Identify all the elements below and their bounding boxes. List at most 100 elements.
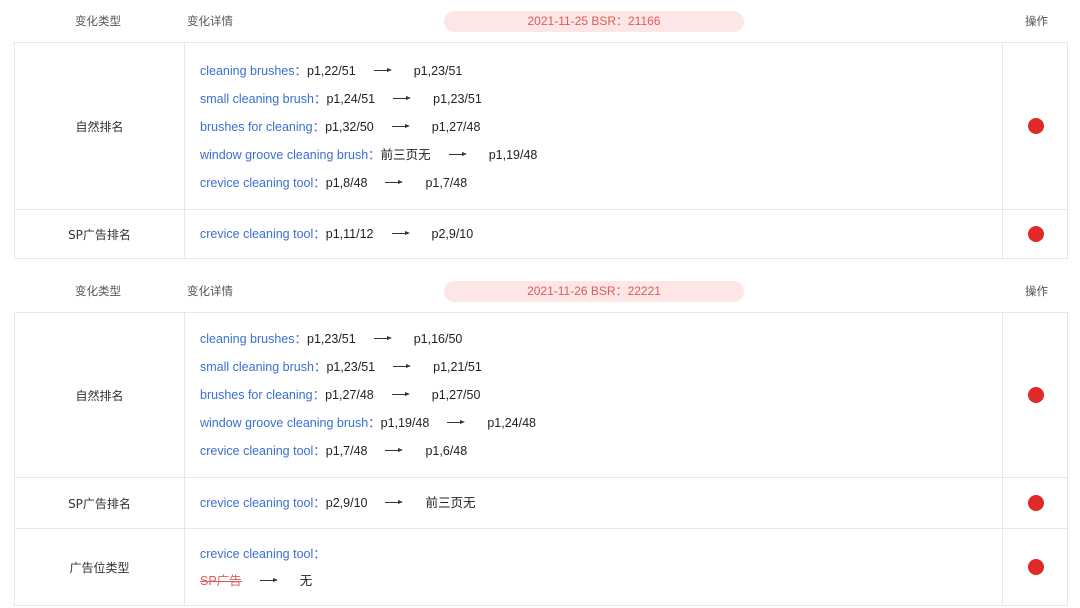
keyword-link[interactable]: small cleaning brush： bbox=[200, 360, 326, 374]
rank-to: p2,9/10 bbox=[431, 227, 474, 241]
change-detail-cell: crevice cleaning tool：p2,9/10 前三页无 bbox=[185, 478, 1003, 528]
right-arrow-icon bbox=[393, 95, 412, 103]
change-table: 自然排名 cleaning brushes：p1,22/51 p1,23/51 s… bbox=[14, 42, 1068, 259]
old-placement-value: SP广告 bbox=[200, 574, 242, 588]
operation-cell bbox=[1004, 529, 1067, 605]
right-arrow-icon bbox=[447, 419, 466, 427]
change-detail-cell: crevice cleaning tool： SP广告 无 bbox=[185, 529, 1003, 605]
right-arrow-icon bbox=[373, 335, 392, 343]
operation-cell bbox=[1004, 210, 1067, 258]
keyword-link[interactable]: cleaning brushes： bbox=[200, 332, 307, 346]
header-operation: 操作 bbox=[1025, 14, 1048, 28]
placement-keyword-line: crevice cleaning tool： bbox=[200, 546, 326, 562]
keyword-link[interactable]: crevice cleaning tool： bbox=[200, 547, 326, 561]
rank-to: p1,19/48 bbox=[488, 148, 538, 162]
change-type-cell: 自然排名 bbox=[15, 43, 185, 209]
red-dot-icon[interactable] bbox=[1027, 387, 1044, 403]
rank-from: p2,9/10 bbox=[325, 496, 368, 510]
placement-change-line: SP广告 无 bbox=[200, 573, 312, 589]
rank-from: p1,8/48 bbox=[325, 176, 368, 190]
rank-change-line: small cleaning brush：p1,23/51 p1,21/51 bbox=[200, 359, 482, 375]
keyword-link[interactable]: brushes for cleaning： bbox=[200, 388, 325, 402]
change-type-cell: SP广告排名 bbox=[15, 210, 185, 258]
rank-to: p1,21/51 bbox=[433, 360, 482, 374]
header-change-detail: 变化详情 bbox=[187, 14, 233, 28]
operation-cell bbox=[1004, 43, 1067, 209]
right-arrow-icon bbox=[448, 151, 467, 159]
rank-change-line: window groove cleaning brush：前三页无 p1,19/4… bbox=[200, 147, 537, 163]
red-dot-icon[interactable] bbox=[1027, 495, 1044, 511]
keyword-link[interactable]: window groove cleaning brush： bbox=[200, 416, 381, 430]
right-arrow-icon bbox=[373, 67, 392, 75]
right-arrow-icon bbox=[385, 499, 404, 507]
table-row: 广告位类型 crevice cleaning tool： SP广告 无 bbox=[15, 528, 1067, 605]
red-dot-icon[interactable] bbox=[1027, 559, 1044, 575]
right-arrow-icon bbox=[391, 391, 410, 399]
rank-from: p1,7/48 bbox=[325, 444, 368, 458]
right-arrow-icon bbox=[385, 179, 404, 187]
keyword-link[interactable]: crevice cleaning tool： bbox=[200, 227, 326, 241]
right-arrow-icon bbox=[259, 577, 278, 585]
rank-change-line: cleaning brushes：p1,23/51 p1,16/50 bbox=[200, 331, 462, 347]
change-detail-cell: cleaning brushes：p1,23/51 p1,16/50 small … bbox=[185, 313, 1003, 477]
table-row: 自然排名 cleaning brushes：p1,22/51 p1,23/51 s… bbox=[15, 43, 1067, 209]
rank-from: p1,24/51 bbox=[326, 92, 376, 106]
right-arrow-icon bbox=[391, 123, 410, 131]
rank-from: p1,32/50 bbox=[325, 120, 374, 134]
rank-to: p1,23/51 bbox=[433, 92, 482, 106]
rank-from: 前三页无 bbox=[380, 148, 431, 162]
rank-change-line: crevice cleaning tool：p1,8/48 p1,7/48 bbox=[200, 175, 467, 191]
new-placement-value: 无 bbox=[299, 574, 313, 588]
header-change-type: 变化类型 bbox=[75, 14, 121, 28]
change-type-cell: SP广告排名 bbox=[15, 478, 185, 528]
rank-change-line: crevice cleaning tool：p1,7/48 p1,6/48 bbox=[200, 443, 467, 459]
table-header: 变化类型 变化详情 2021-11-25 BSR：21166 操作 bbox=[0, 0, 1080, 42]
right-arrow-icon bbox=[393, 363, 412, 371]
change-detail-cell: crevice cleaning tool：p1,11/12 p2,9/10 bbox=[185, 210, 1003, 258]
rank-change-line: crevice cleaning tool：p2,9/10 前三页无 bbox=[200, 495, 476, 511]
date-bsr-badge: 2021-11-25 BSR：21166 bbox=[444, 11, 744, 32]
table-row: SP广告排名 crevice cleaning tool：p2,9/10 前三页无 bbox=[15, 477, 1067, 528]
date-bsr-badge: 2021-11-26 BSR：22221 bbox=[444, 281, 744, 302]
rank-to: p1,6/48 bbox=[425, 444, 468, 458]
header-change-type: 变化类型 bbox=[75, 284, 121, 298]
rank-change-line: small cleaning brush：p1,24/51 p1,23/51 bbox=[200, 91, 482, 107]
keyword-link[interactable]: small cleaning brush： bbox=[200, 92, 326, 106]
rank-change-line: crevice cleaning tool：p1,11/12 p2,9/10 bbox=[200, 226, 473, 242]
change-detail-cell: cleaning brushes：p1,22/51 p1,23/51 small … bbox=[185, 43, 1003, 209]
rank-from: p1,19/48 bbox=[380, 416, 430, 430]
operation-cell bbox=[1004, 313, 1067, 477]
header-change-detail: 变化详情 bbox=[187, 284, 233, 298]
red-dot-icon[interactable] bbox=[1027, 226, 1044, 242]
rank-change-line: cleaning brushes：p1,22/51 p1,23/51 bbox=[200, 63, 462, 79]
rank-to: 前三页无 bbox=[425, 496, 476, 510]
rank-to: p1,23/51 bbox=[413, 64, 463, 78]
red-dot-icon[interactable] bbox=[1027, 118, 1044, 134]
rank-to: p1,27/50 bbox=[431, 388, 481, 402]
rank-to: p1,16/50 bbox=[413, 332, 463, 346]
rank-to: p1,27/48 bbox=[431, 120, 481, 134]
table-header: 变化类型 变化详情 2021-11-26 BSR：22221 操作 bbox=[0, 270, 1080, 312]
change-table: 自然排名 cleaning brushes：p1,23/51 p1,16/50 s… bbox=[14, 312, 1068, 606]
right-arrow-icon bbox=[391, 230, 410, 238]
keyword-link[interactable]: crevice cleaning tool： bbox=[200, 496, 326, 510]
keyword-link[interactable]: crevice cleaning tool： bbox=[200, 444, 326, 458]
rank-from: p1,23/51 bbox=[307, 332, 356, 346]
rank-change-line: brushes for cleaning：p1,32/50 p1,27/48 bbox=[200, 119, 480, 135]
rank-from: p1,23/51 bbox=[326, 360, 376, 374]
rank-from: p1,11/12 bbox=[325, 227, 374, 241]
change-type-cell: 自然排名 bbox=[15, 313, 185, 477]
rank-change-line: brushes for cleaning：p1,27/48 p1,27/50 bbox=[200, 387, 480, 403]
rank-to: p1,24/48 bbox=[487, 416, 537, 430]
rank-from: p1,22/51 bbox=[307, 64, 356, 78]
table-row: SP广告排名 crevice cleaning tool：p1,11/12 p2,… bbox=[15, 209, 1067, 258]
keyword-link[interactable]: window groove cleaning brush： bbox=[200, 148, 381, 162]
keyword-link[interactable]: cleaning brushes： bbox=[200, 64, 307, 78]
table-row: 自然排名 cleaning brushes：p1,23/51 p1,16/50 s… bbox=[15, 313, 1067, 477]
rank-from: p1,27/48 bbox=[325, 388, 374, 402]
keyword-link[interactable]: crevice cleaning tool： bbox=[200, 176, 326, 190]
header-operation: 操作 bbox=[1025, 284, 1048, 298]
rank-to: p1,7/48 bbox=[425, 176, 468, 190]
keyword-link[interactable]: brushes for cleaning： bbox=[200, 120, 325, 134]
right-arrow-icon bbox=[385, 447, 404, 455]
